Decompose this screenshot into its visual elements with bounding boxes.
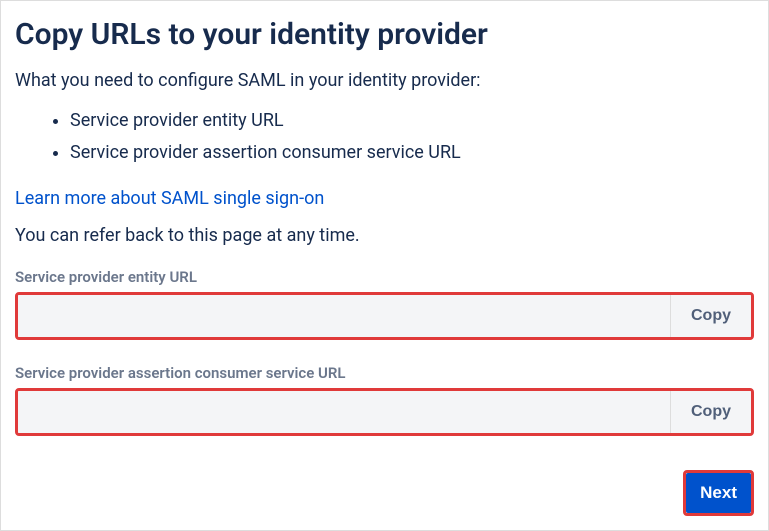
entity-url-row: Copy [15, 292, 754, 340]
list-item: Service provider entity URL [70, 105, 754, 137]
page-title: Copy URLs to your identity provider [15, 17, 754, 52]
intro-text: What you need to configure SAML in your … [15, 70, 754, 91]
copy-entity-button[interactable]: Copy [671, 295, 751, 337]
learn-more-link[interactable]: Learn more about SAML single sign-on [15, 188, 324, 209]
entity-url-input[interactable] [18, 295, 671, 337]
list-item: Service provider assertion consumer serv… [70, 137, 754, 169]
acs-url-label: Service provider assertion consumer serv… [15, 364, 754, 382]
copy-acs-button[interactable]: Copy [671, 391, 751, 433]
saml-config-panel: Copy URLs to your identity provider What… [0, 0, 769, 531]
next-button-highlight: Next [683, 470, 754, 516]
acs-url-input[interactable] [18, 391, 671, 433]
refer-text: You can refer back to this page at any t… [15, 225, 754, 246]
entity-url-label: Service provider entity URL [15, 268, 754, 286]
acs-url-row: Copy [15, 388, 754, 436]
requirements-list: Service provider entity URL Service prov… [15, 105, 754, 170]
next-button[interactable]: Next [686, 473, 751, 513]
